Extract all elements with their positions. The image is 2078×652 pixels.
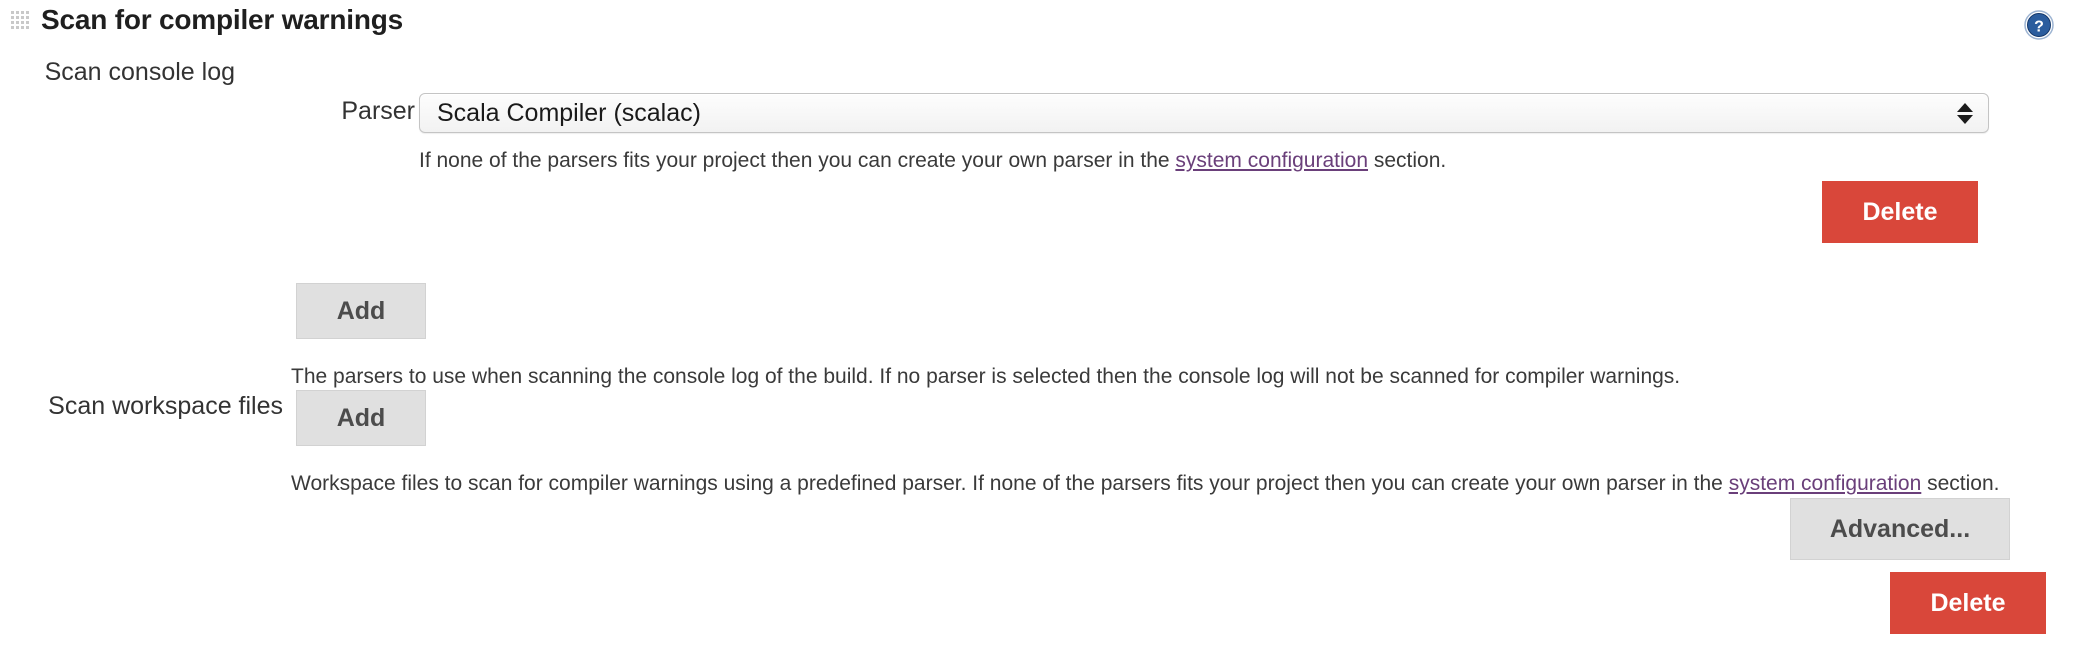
help-circle-icon[interactable]: ?	[2024, 10, 2054, 40]
parser-select[interactable]: Scala Compiler (scalac)	[419, 93, 1989, 133]
workspace-help-text: Workspace files to scan for compiler war…	[291, 471, 2000, 497]
scan-workspace-files-label: Scan workspace files	[48, 392, 283, 420]
scan-console-log-label: Scan console log	[44, 58, 235, 86]
system-configuration-link-workspace[interactable]: system configuration	[1729, 472, 1922, 495]
parser-help-after: section.	[1368, 149, 1447, 172]
system-configuration-link[interactable]: system configuration	[1175, 149, 1368, 172]
parser-label: Parser	[341, 97, 415, 125]
parser-selected-value: Scala Compiler (scalac)	[437, 98, 701, 127]
delete-workspace-file-button[interactable]: Delete	[1890, 572, 2046, 634]
workspace-help-after: section.	[1921, 472, 2000, 495]
add-console-parser-button[interactable]: Add	[296, 283, 426, 339]
advanced-button[interactable]: Advanced...	[1790, 498, 2010, 560]
parser-help-text: If none of the parsers fits your project…	[419, 148, 1446, 174]
select-stepper-arrows-icon[interactable]	[1948, 93, 1982, 133]
add-workspace-file-button[interactable]: Add	[296, 390, 426, 446]
page-title: Scan for compiler warnings	[41, 4, 403, 35]
console-help-text: The parsers to use when scanning the con…	[291, 365, 1681, 388]
workspace-help-before: Workspace files to scan for compiler war…	[291, 472, 1729, 495]
svg-text:?: ?	[2034, 19, 2044, 36]
section-header: Scan for compiler warnings	[0, 0, 403, 40]
parser-help-before: If none of the parsers fits your project…	[419, 149, 1176, 172]
delete-parser-button[interactable]: Delete	[1822, 181, 1978, 243]
drag-grip-icon[interactable]	[9, 10, 31, 30]
